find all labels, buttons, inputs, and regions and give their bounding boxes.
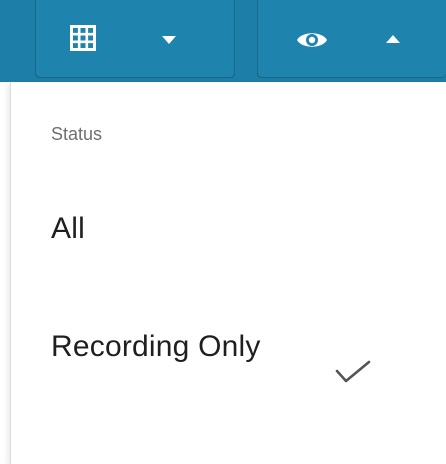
- menu-header: Status: [51, 124, 103, 144]
- chevron-down-icon: [162, 36, 176, 44]
- grid-icon: [70, 25, 96, 51]
- grid-view-button[interactable]: [36, 0, 234, 78]
- menu-item-label: All: [51, 212, 85, 245]
- eye-icon: [297, 33, 327, 47]
- menu-item-label: Recording Only: [51, 330, 261, 363]
- check-icon: [335, 360, 371, 383]
- chevron-up-icon: [386, 35, 400, 43]
- app-frame: Status All Recording Only: [0, 0, 446, 464]
- menu-item-recording-only[interactable]: Recording Only: [11, 330, 446, 400]
- status-filter-menu: Status All Recording Only: [10, 82, 446, 464]
- toolbar: [0, 0, 446, 82]
- visibility-filter-button[interactable]: [258, 0, 446, 78]
- menu-item-all[interactable]: All: [11, 212, 446, 282]
